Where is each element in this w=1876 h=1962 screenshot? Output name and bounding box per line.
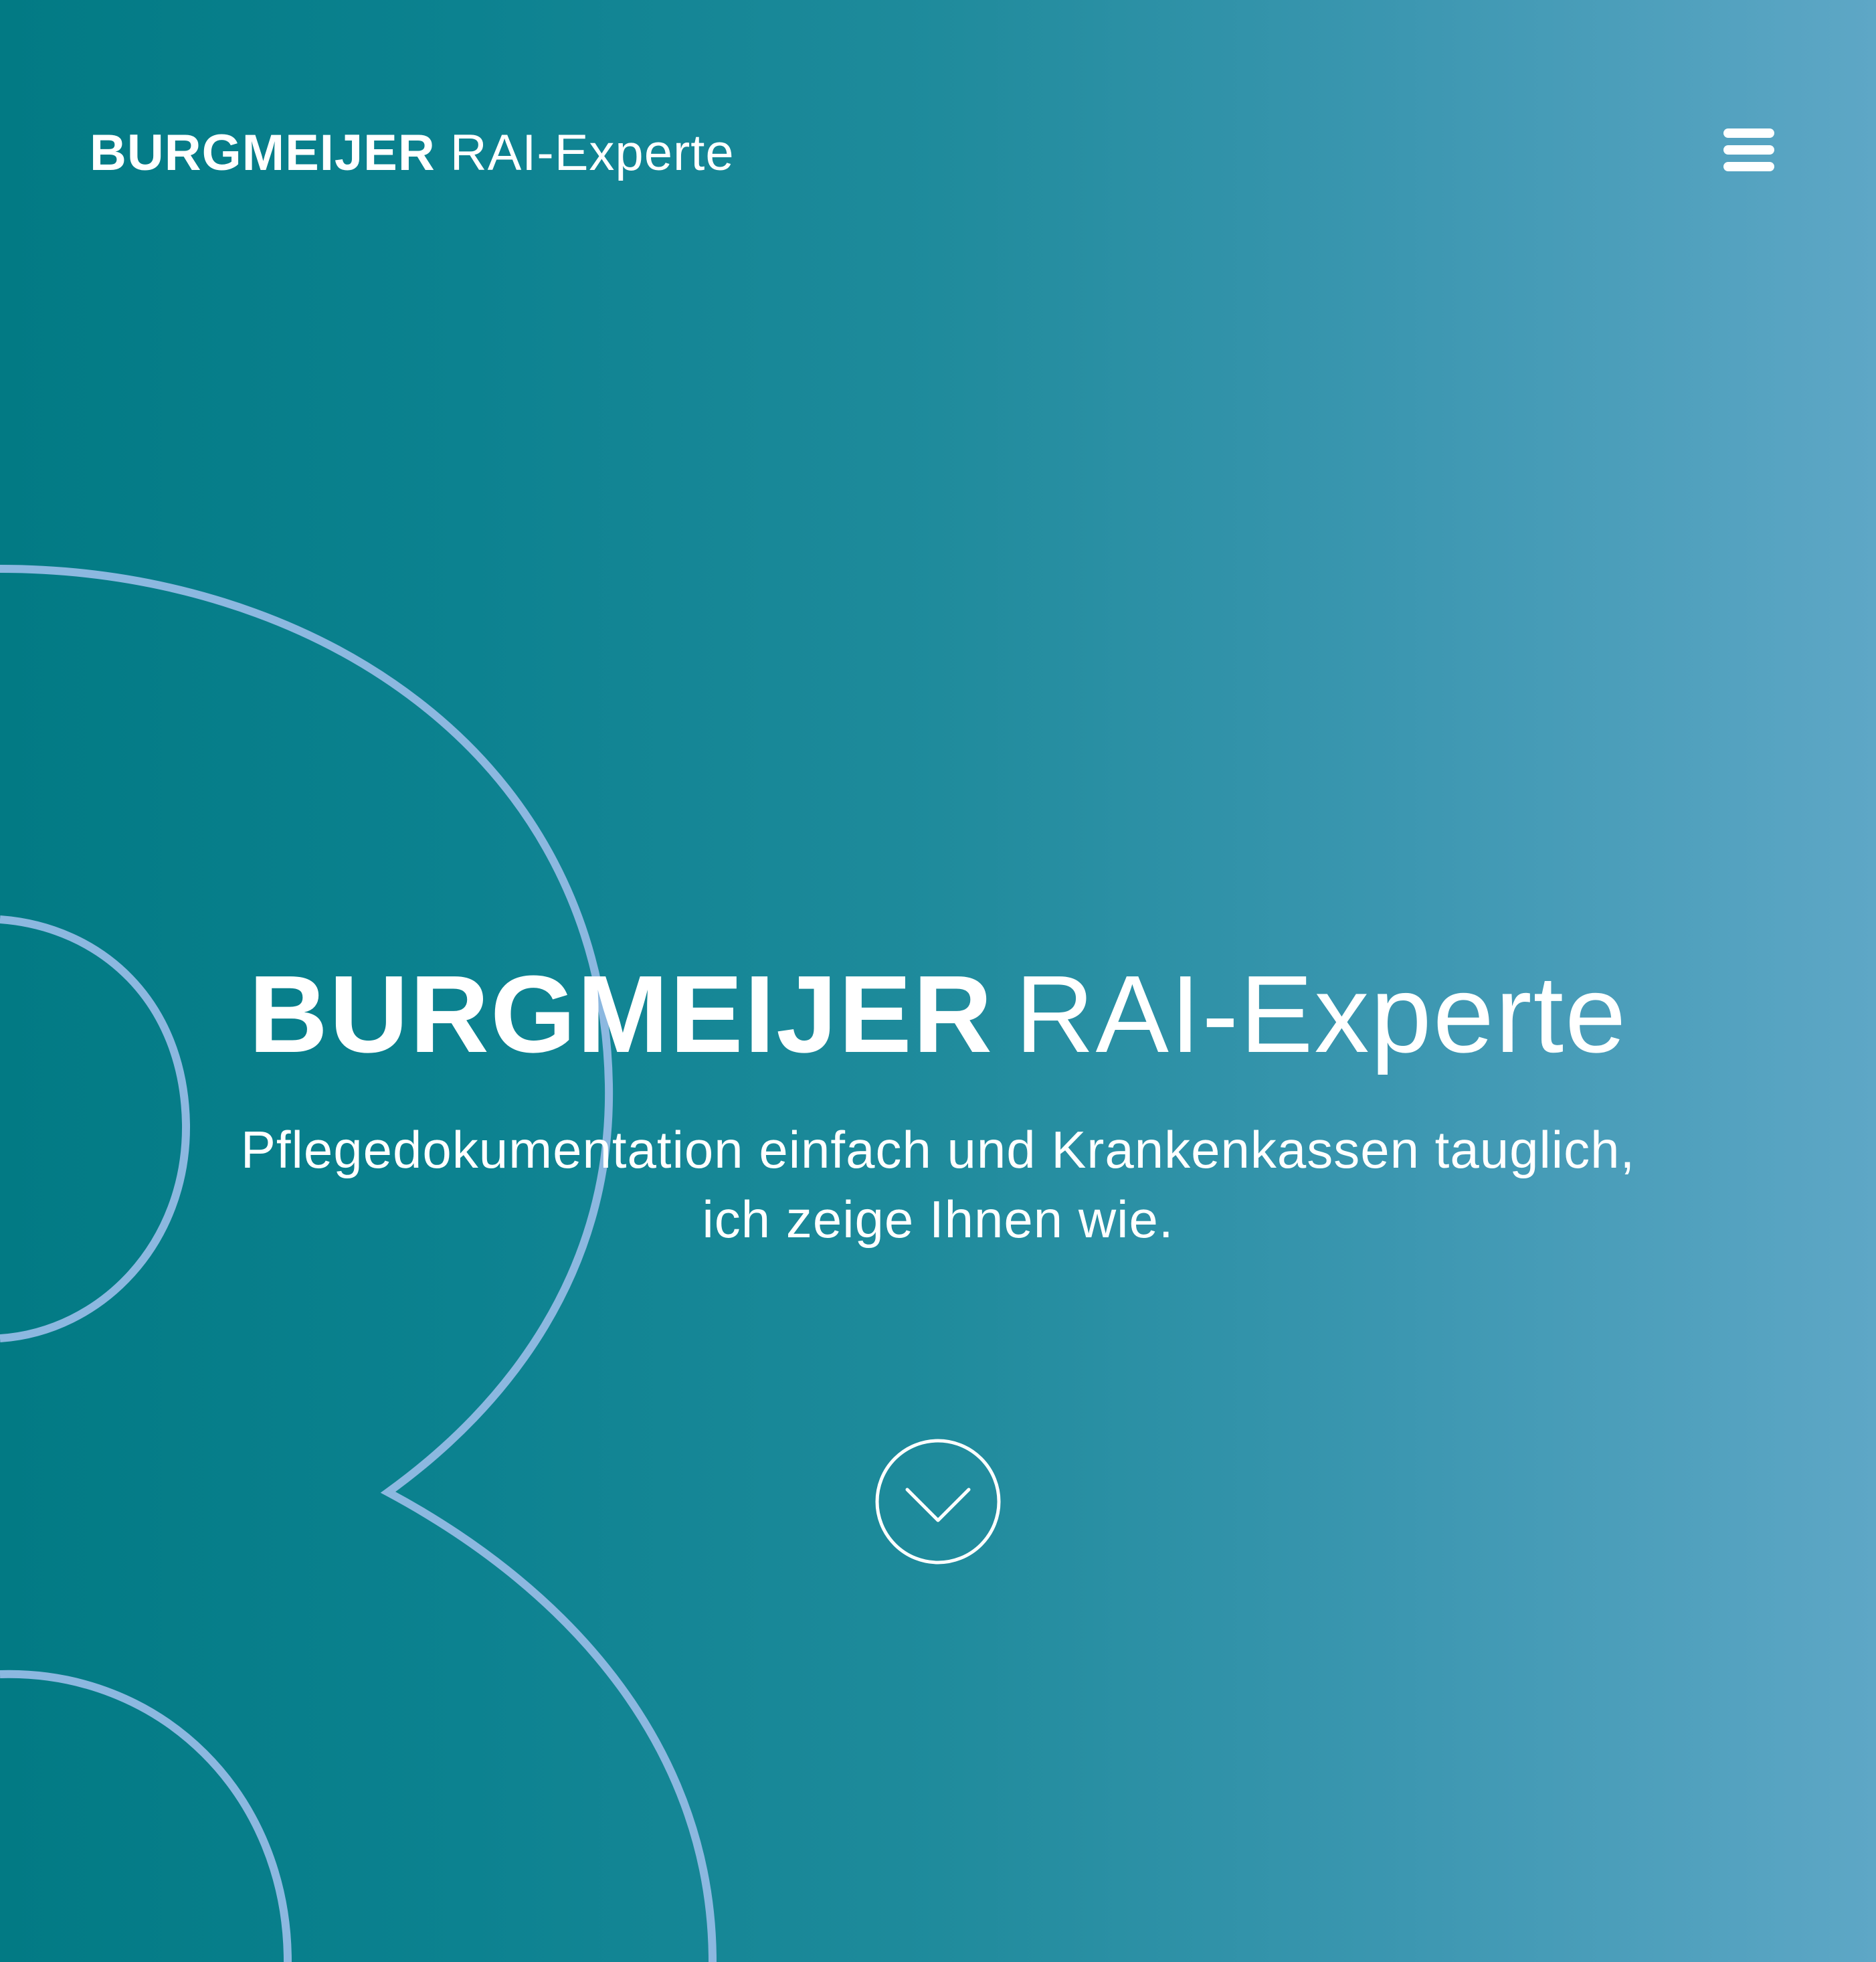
hero-title: BURGMEIJER RAI-Experte <box>0 954 1876 1075</box>
hero-subtitle-line-2: ich zeige Ihnen wie. <box>702 1190 1174 1249</box>
hamburger-menu-icon[interactable] <box>1721 124 1777 175</box>
hero-title-subtitle: RAI-Experte <box>1015 952 1628 1075</box>
logo-subtitle-text: RAI-Experte <box>450 124 735 181</box>
chevron-down-circle-icon <box>875 1439 1001 1565</box>
hero-title-brand: BURGMEIJER <box>248 952 994 1075</box>
hero-subtitle-line-1: Pflegedokumentation einfach und Krankenk… <box>240 1120 1636 1179</box>
hero-subtitle: Pflegedokumentation einfach und Krankenk… <box>0 1115 1876 1254</box>
menu-bar-bottom <box>1723 162 1774 171</box>
menu-bar-top <box>1723 128 1774 138</box>
logo-brand-text: BURGMEIJER <box>90 124 436 181</box>
scroll-down-button[interactable] <box>875 1439 1001 1565</box>
menu-bar-middle <box>1723 145 1774 155</box>
site-logo[interactable]: BURGMEIJER RAI-Experte <box>90 123 735 183</box>
site-header: BURGMEIJER RAI-Experte <box>0 0 1876 308</box>
